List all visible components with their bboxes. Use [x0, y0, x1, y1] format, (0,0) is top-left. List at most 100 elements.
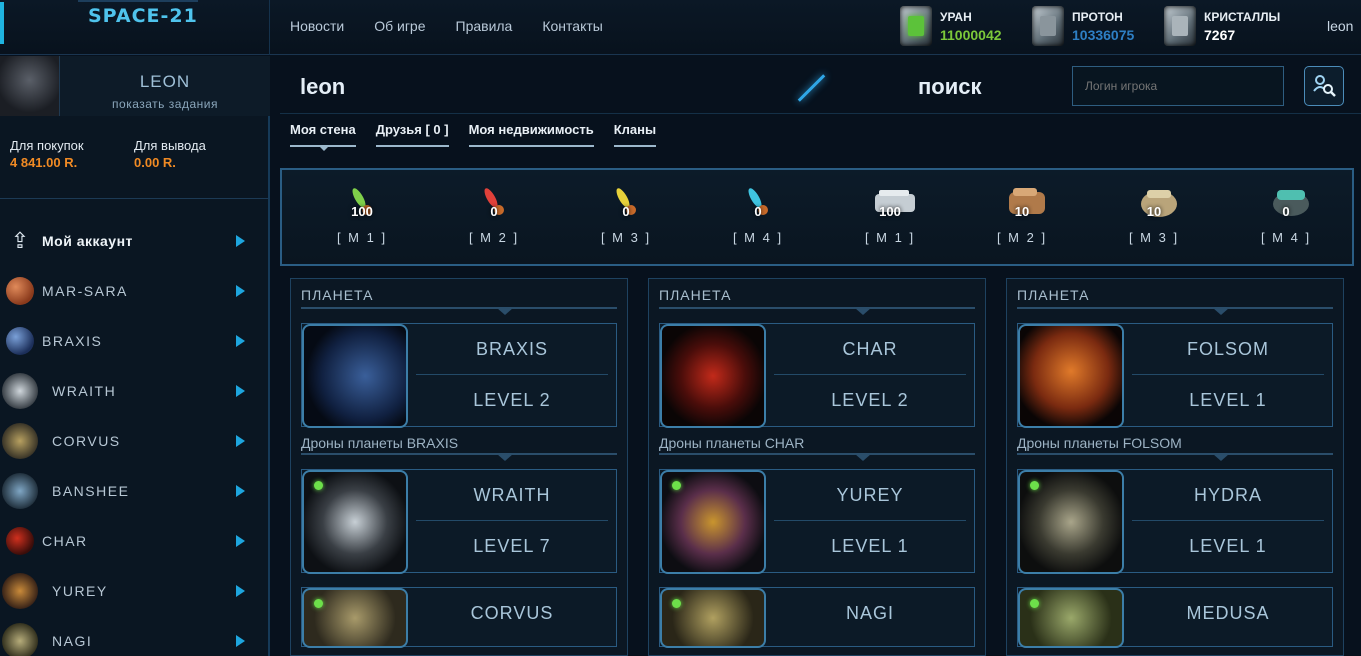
drone-card[interactable]: NAGI	[659, 587, 975, 648]
drone-card[interactable]: YUREY LEVEL 1	[659, 469, 975, 574]
sidebar-item-braxis[interactable]: BRAXIS	[0, 316, 268, 366]
drone-corvus-icon	[2, 423, 38, 459]
sidebar-item-marsara[interactable]: MAR-SARA	[0, 266, 268, 316]
balance-withdraw: Для вывода 0.00 R.	[134, 138, 206, 170]
sidebar-item-wraith[interactable]: WRAITH	[0, 366, 268, 416]
inventory-qty: 100	[879, 204, 901, 219]
player-search-input[interactable]	[1072, 66, 1284, 106]
sidebar-item-nagi[interactable]: NAGI	[0, 616, 268, 656]
drones-header: Дроны планеты FOLSOM	[1017, 435, 1333, 461]
planet-header: ПЛАНЕТА	[659, 287, 975, 315]
planet-level: LEVEL 2	[831, 390, 909, 410]
user-display-name: LEON	[139, 72, 191, 91]
inventory-slot[interactable]: 0 [ M 4 ]	[1220, 170, 1352, 264]
planet-braxis-image	[302, 324, 408, 428]
sidebar-item-yurey[interactable]: YUREY	[0, 566, 268, 616]
drone-wraith-icon	[2, 373, 38, 409]
account-upload-icon: ⇪	[10, 228, 30, 253]
inventory-slot[interactable]: 10 [ M 3 ]	[1088, 170, 1220, 264]
drone-nagi-icon	[2, 623, 38, 656]
planet-card[interactable]: CHAR LEVEL 2	[659, 323, 975, 428]
sidebar-item-label: CORVUS	[52, 433, 121, 449]
logo[interactable]: SPACE-21	[0, 0, 270, 55]
sidebar-item-label: CHAR	[42, 533, 88, 549]
drone-hydra-image	[1018, 470, 1124, 574]
drone-card[interactable]: MEDUSA	[1017, 587, 1333, 648]
balance-withdraw-label: Для вывода	[134, 138, 206, 153]
drone-nagi-image	[660, 588, 766, 648]
drone-corvus-image	[302, 588, 408, 648]
nav-about[interactable]: Об игре	[374, 18, 425, 34]
balance-withdraw-value: 0.00 R.	[134, 155, 176, 170]
online-status-dot	[314, 599, 323, 608]
user-login-link[interactable]: leon	[1327, 18, 1353, 34]
drone-level: LEVEL 1	[831, 536, 909, 556]
planet-name: FOLSOM	[1132, 324, 1324, 375]
resource-uranium: УРАН 11000042	[900, 6, 1002, 46]
drone-name: CORVUS	[470, 603, 554, 623]
drone-name: NAGI	[845, 603, 894, 623]
drone-wraith-image	[302, 470, 408, 574]
planet-header: ПЛАНЕТА	[301, 287, 617, 315]
chevron-right-icon	[236, 585, 245, 597]
inventory-code: [ M 2 ]	[996, 230, 1048, 245]
logo-accent	[0, 2, 4, 44]
drones-header: Дроны планеты CHAR	[659, 435, 975, 461]
sidebar: LEON показать задания Для покупок 4 841.…	[0, 56, 270, 656]
sidebar-divider	[0, 198, 268, 199]
drones-header: Дроны планеты BRAXIS	[301, 435, 617, 461]
planet-marsara-icon	[6, 277, 34, 305]
inventory-code: [ M 1 ]	[864, 230, 916, 245]
drone-name: WRAITH	[416, 470, 608, 521]
inventory-slot[interactable]: 0 [ M 3 ]	[560, 170, 692, 264]
show-tasks-link[interactable]: показать задания	[60, 97, 270, 111]
search-button[interactable]	[1304, 66, 1344, 106]
drone-card[interactable]: CORVUS	[301, 587, 617, 648]
inventory-code: [ M 4 ]	[1260, 230, 1312, 245]
chevron-right-icon	[236, 435, 245, 447]
search-user-icon	[1313, 75, 1336, 97]
planet-card[interactable]: BRAXIS LEVEL 2	[301, 323, 617, 428]
resource-proton: ПРОТОН 10336075	[1032, 6, 1134, 46]
top-bar: SPACE-21 Новости Об игре Правила Контакт…	[0, 0, 1361, 55]
sidebar-item-corvus[interactable]: CORVUS	[0, 416, 268, 466]
inventory-slot[interactable]: 100 [ M 1 ]	[824, 170, 956, 264]
tab-clans[interactable]: Кланы	[613, 122, 657, 147]
chevron-right-icon	[236, 235, 245, 247]
drone-medusa-image	[1018, 588, 1124, 648]
balance-buy-label: Для покупок	[10, 138, 84, 153]
search-title: поиск	[918, 74, 982, 99]
inventory-code: [ M 1 ]	[336, 230, 388, 245]
inventory-slot[interactable]: 0 [ M 4 ]	[692, 170, 824, 264]
inventory-slot[interactable]: 10 [ M 2 ]	[956, 170, 1088, 264]
planet-name: BRAXIS	[416, 324, 608, 375]
sidebar-item-account[interactable]: ⇪ Мой аккаунт	[0, 216, 268, 266]
avatar[interactable]	[0, 56, 60, 116]
tab-friends[interactable]: Друзья [ 0 ]	[375, 122, 449, 147]
sidebar-item-char[interactable]: CHAR	[0, 516, 268, 566]
nav-news[interactable]: Новости	[290, 18, 344, 34]
inventory-slot[interactable]: 0 [ M 2 ]	[428, 170, 560, 264]
inventory-qty: 0	[754, 204, 762, 219]
tab-my-wall[interactable]: Моя стена	[290, 122, 356, 151]
drone-card[interactable]: WRAITH LEVEL 7	[301, 469, 617, 574]
online-status-dot	[672, 481, 681, 490]
online-status-dot	[1030, 481, 1039, 490]
sidebar-item-banshee[interactable]: BANSHEE	[0, 466, 268, 516]
nav-contacts[interactable]: Контакты	[542, 18, 602, 34]
planet-card[interactable]: FOLSOM LEVEL 1	[1017, 323, 1333, 428]
balance-buy-value: 4 841.00 R.	[10, 155, 78, 170]
drone-name: MEDUSA	[1186, 603, 1270, 623]
tab-my-property[interactable]: Моя недвижимость	[468, 122, 594, 147]
drone-card[interactable]: HYDRA LEVEL 1	[1017, 469, 1333, 574]
drone-yurey-image	[660, 470, 766, 574]
logo-text[interactable]: SPACE-21	[88, 5, 198, 27]
inventory-bar: 100 [ M 1 ] 0 [ M 2 ] 0 [ M 3 ] 0 [ M 4 …	[280, 168, 1354, 266]
resource-label: УРАН	[940, 9, 972, 24]
nav-rules[interactable]: Правила	[456, 18, 513, 34]
chevron-right-icon	[236, 485, 245, 497]
inventory-slot[interactable]: 100 [ M 1 ]	[296, 170, 428, 264]
resource-label: КРИСТАЛЛЫ	[1204, 9, 1281, 24]
drone-name: HYDRA	[1132, 470, 1324, 521]
online-status-dot	[314, 481, 323, 490]
